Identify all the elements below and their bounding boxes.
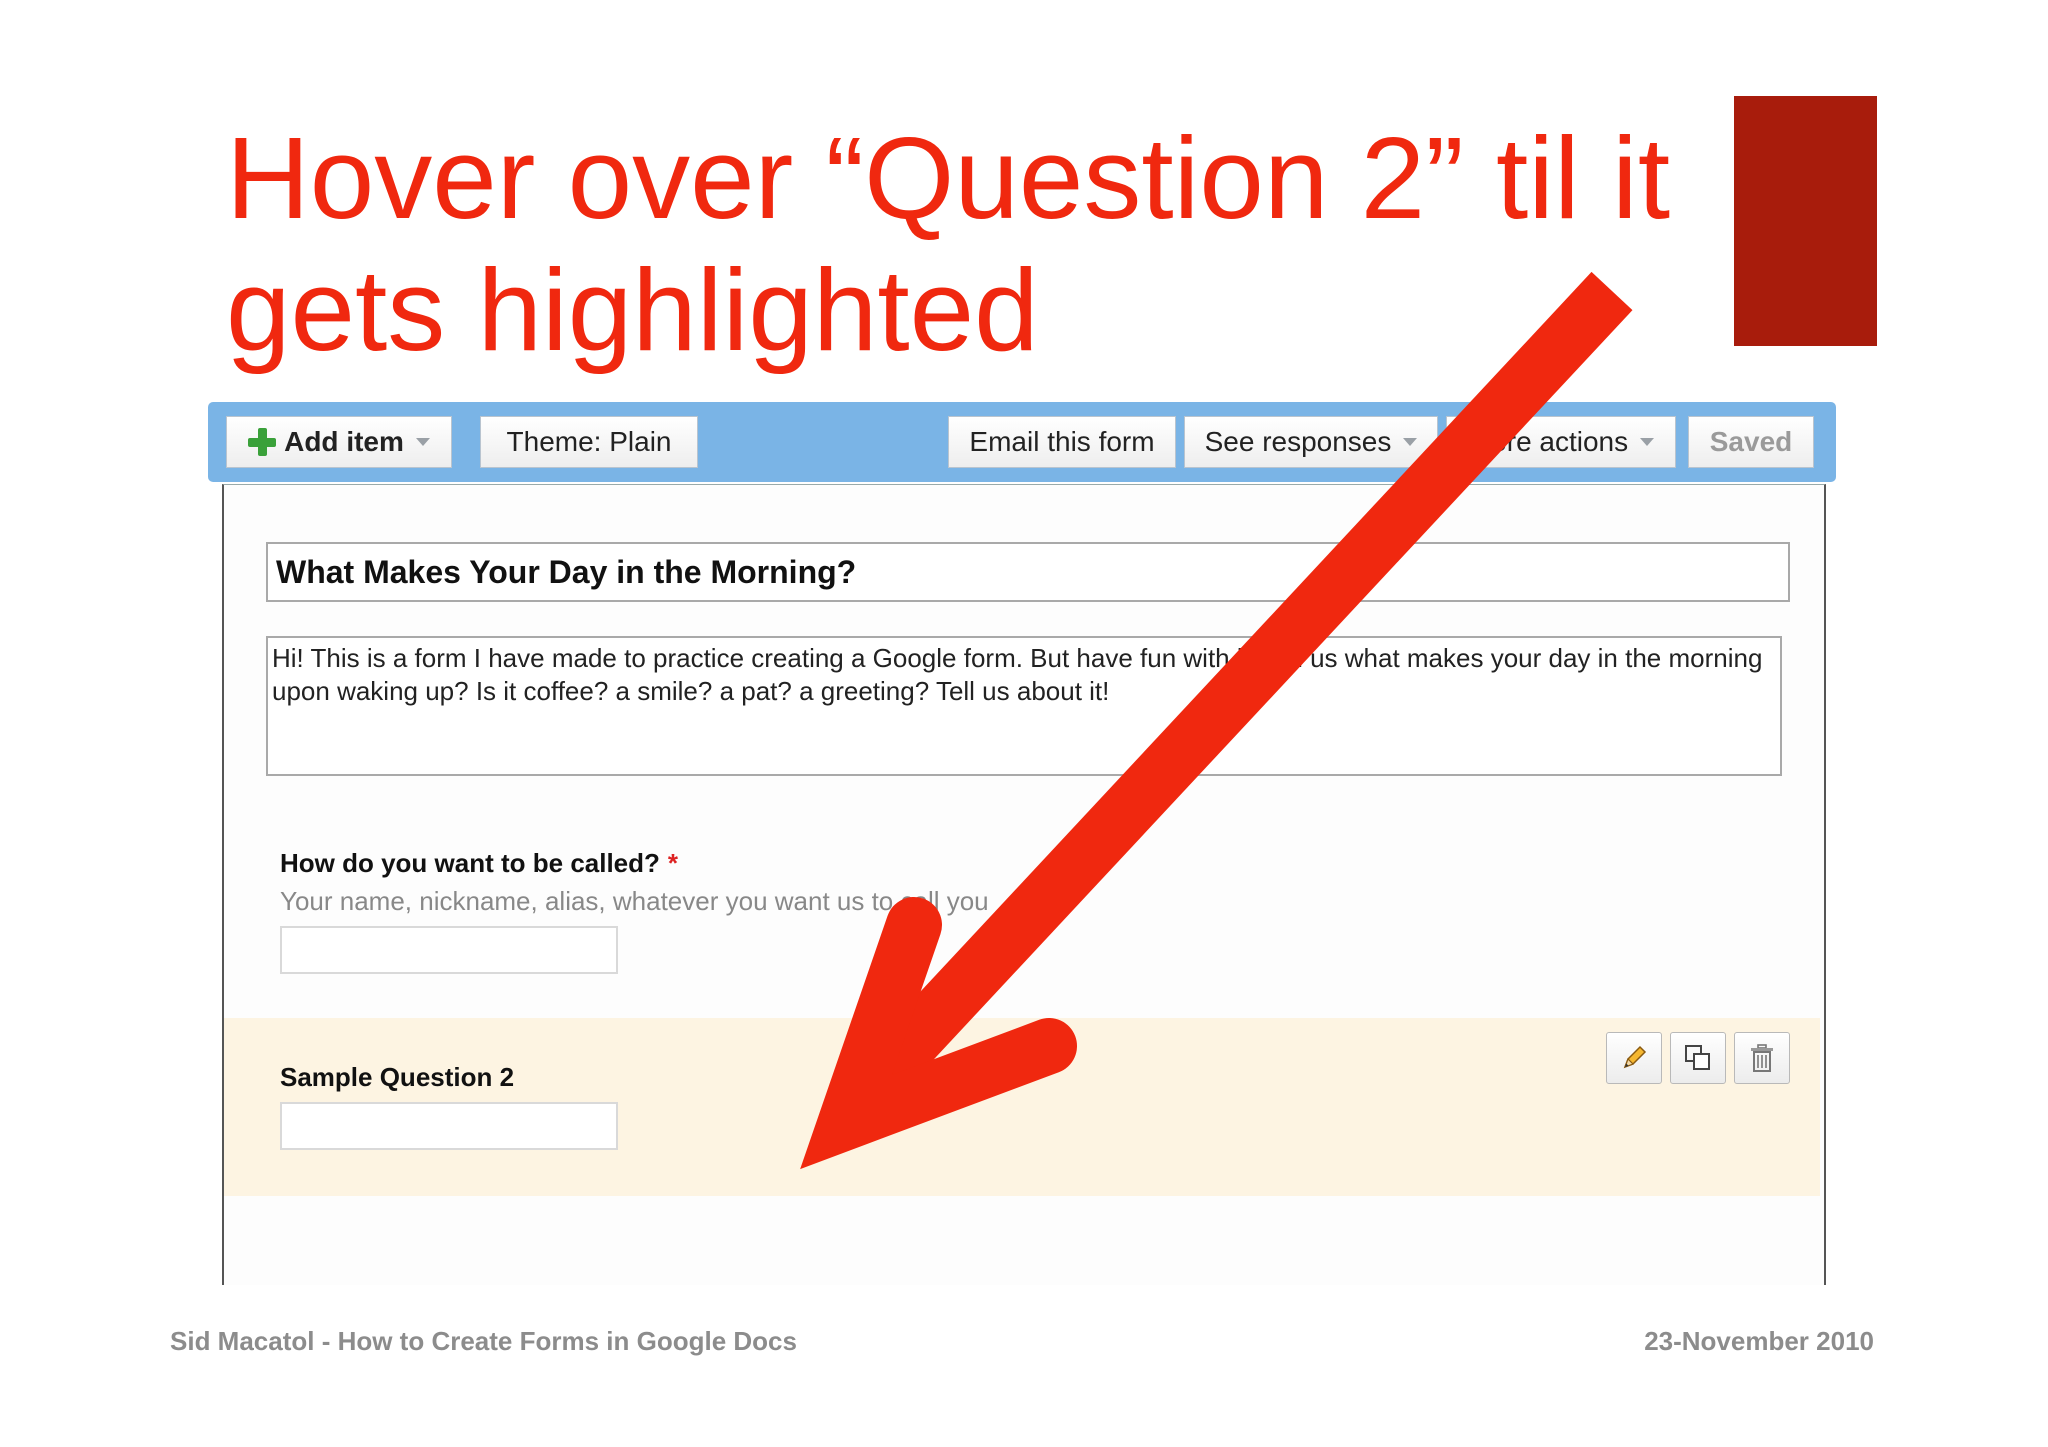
footer-left-text: Sid Macatol - How to Create Forms in Goo… <box>170 1326 797 1356</box>
red-arrow-icon <box>800 271 1633 1170</box>
footer-date: 23-November 2010 <box>1644 1326 1874 1356</box>
